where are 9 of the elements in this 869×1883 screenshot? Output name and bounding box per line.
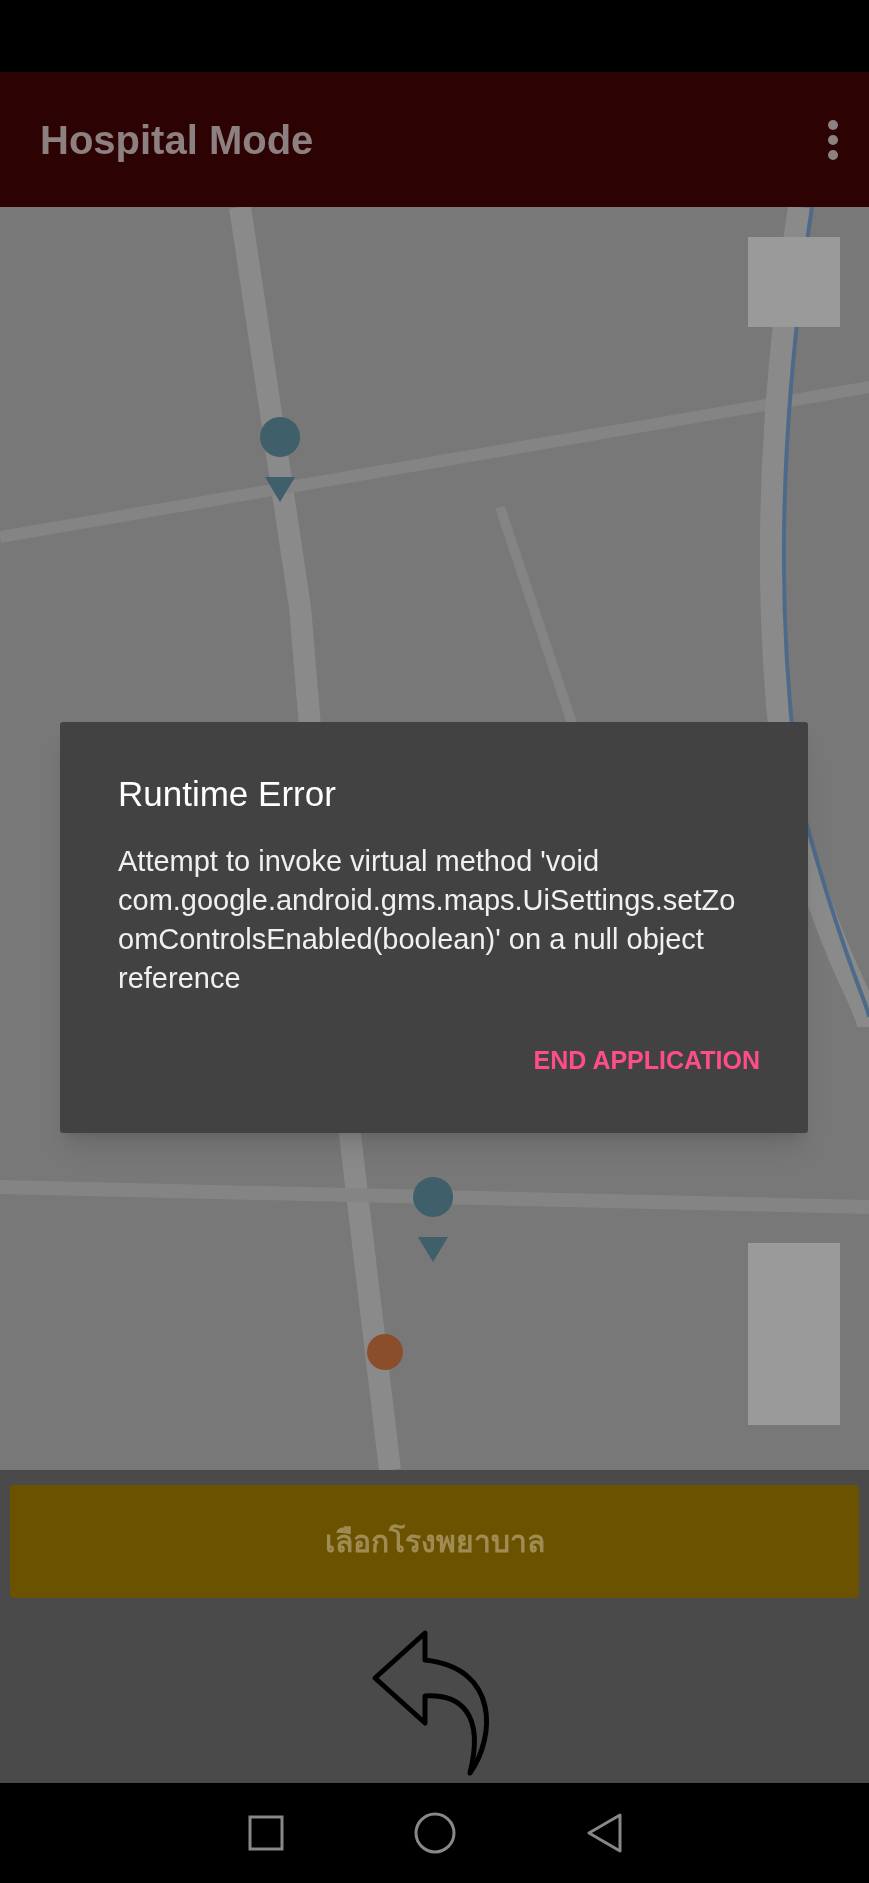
back-icon[interactable] [585,1813,622,1853]
more-options-icon[interactable] [827,119,839,160]
select-hospital-button[interactable]: เลือกโรงพยาบาล [10,1485,859,1598]
home-icon[interactable] [413,1812,456,1854]
recent-apps-icon[interactable] [247,1815,284,1851]
app-title: Hospital Mode [40,116,314,164]
dialog-message: Attempt to invoke virtual method 'void com.google.android.gms.maps.UiSettings.setZoomControlsEnabled(boolean)' on a null object reference [118,844,737,996]
end-application-button[interactable]: END APPLICATION [525,1036,768,1086]
dialog-title: Runtime Error [118,773,337,815]
